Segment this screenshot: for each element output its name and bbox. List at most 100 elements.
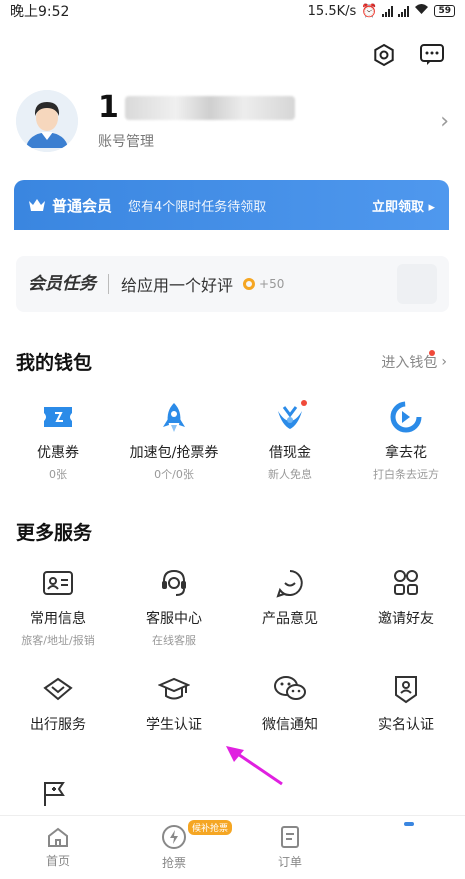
- wallet-item-sub: 打白条去远方: [373, 468, 439, 481]
- service-invite-friends[interactable]: 邀请好友: [348, 566, 464, 648]
- signal-icon: [382, 5, 394, 17]
- service-label: 学生认证: [146, 717, 202, 733]
- service-label: 出行服务: [30, 717, 86, 733]
- service-label: 微信通知: [262, 717, 318, 733]
- task-brand: 会员任务: [28, 274, 109, 294]
- member-task-text: 您有4个限时任务待领取: [128, 199, 267, 215]
- chevron-right-icon: ›: [440, 108, 449, 134]
- wechat-icon: [273, 672, 307, 706]
- tab-label: 抢票: [161, 856, 186, 870]
- service-sub: 在线客服: [152, 634, 196, 647]
- member-badge: 普通会员: [28, 195, 112, 216]
- annotation-arrow-icon: [222, 740, 286, 792]
- service-label: 常用信息: [30, 611, 86, 627]
- lightning-icon: [162, 825, 186, 849]
- service-customer-center[interactable]: 客服中心 在线客服: [116, 566, 232, 648]
- tab-mine[interactable]: [348, 816, 464, 879]
- rocket-icon: [157, 400, 191, 434]
- service-label: 客服中心: [146, 611, 202, 627]
- account-manage-label: 账号管理: [98, 134, 154, 150]
- service-real-name[interactable]: 实名认证: [348, 672, 464, 734]
- profile-name-text: 1: [98, 90, 119, 125]
- service-travel[interactable]: 出行服务: [0, 672, 116, 734]
- active-indicator: [404, 822, 414, 826]
- task-text: 给应用一个好评: [121, 276, 234, 295]
- service-label: 邀请好友: [378, 611, 434, 627]
- profile-name: 1: [98, 91, 440, 125]
- task-points: +50: [259, 277, 285, 291]
- wallet-item-label: 借现金: [269, 445, 311, 461]
- service-common-info[interactable]: 常用信息 旅客/地址/报销: [0, 566, 116, 648]
- headset-icon: [157, 566, 191, 600]
- services-row-2: 出行服务 学生认证 微信通知 实名认证: [0, 672, 465, 734]
- wallet-item-sub: 0个/0张: [154, 468, 194, 481]
- wallet-item-label: 加速包/抢票券: [129, 445, 219, 461]
- loan-icon: [273, 400, 307, 434]
- tab-label: 订单: [277, 855, 302, 869]
- friends-icon: [389, 566, 423, 600]
- coin-icon: [243, 278, 256, 290]
- message-icon[interactable]: [419, 42, 445, 68]
- wallet-grid: 优惠券 0张 加速包/抢票券 0个/0张 借现金 新人免息 拿去花 打白条去远方: [0, 400, 465, 482]
- services-title: 更多服务: [16, 522, 93, 544]
- profile-info: 1 账号管理: [98, 91, 440, 151]
- wallet-item-credit[interactable]: 拿去花 打白条去远方: [348, 400, 464, 482]
- wallet-item-label: 优惠券: [37, 445, 79, 461]
- wallet-item-loan[interactable]: 借现金 新人免息: [232, 400, 348, 482]
- gear-icon[interactable]: [371, 42, 397, 68]
- tab-badge: 候补抢票: [188, 820, 232, 835]
- services-header: 更多服务: [16, 518, 447, 545]
- status-time: 晚上9:52: [10, 4, 70, 20]
- bottom-tabbar: 首页 抢票 候补抢票 订单: [0, 815, 465, 879]
- member-task-card[interactable]: 会员任务 给应用一个好评 +50: [16, 256, 449, 312]
- wallet-title: 我的钱包: [16, 352, 93, 374]
- credit-icon: [389, 400, 423, 434]
- wallet-item-sub: 新人免息: [268, 468, 312, 481]
- claim-now-button[interactable]: 立即领取 ▸: [372, 196, 435, 215]
- wallet-item-label: 拿去花: [385, 445, 427, 461]
- service-wechat-notify[interactable]: 微信通知: [232, 672, 348, 734]
- wallet-header: 我的钱包 进入钱包 ›: [16, 348, 447, 375]
- graduation-cap-icon: [157, 672, 191, 706]
- signal-icon-2: [398, 5, 410, 17]
- tab-label: 首页: [45, 854, 70, 868]
- badge-icon: [389, 672, 423, 706]
- crown-icon: [29, 199, 45, 211]
- id-card-icon: [41, 566, 75, 600]
- alarm-icon: ⏰: [361, 3, 378, 19]
- wifi-icon: [414, 3, 429, 19]
- status-bar: 晚上9:52 15.5K/s ⏰ 59: [0, 0, 465, 22]
- network-speed: 15.5K/s: [307, 3, 357, 19]
- enter-wallet-link[interactable]: 进入钱包 ›: [381, 349, 447, 372]
- battery-icon: 59: [434, 5, 455, 17]
- avatar[interactable]: [16, 90, 78, 152]
- status-right: 15.5K/s ⏰ 59: [308, 3, 455, 19]
- member-banner[interactable]: 普通会员 您有4个限时任务待领取 立即领取 ▸: [14, 180, 449, 230]
- task-deco-icon: [397, 264, 437, 304]
- flag-icon[interactable]: [40, 778, 68, 812]
- diamond-icon: [41, 672, 75, 706]
- wallet-item-sub: 0张: [49, 468, 67, 481]
- tab-orders[interactable]: 订单: [232, 816, 348, 879]
- service-feedback[interactable]: 产品意见: [232, 566, 348, 648]
- wallet-item-coupon[interactable]: 优惠券 0张: [0, 400, 116, 482]
- service-sub: 旅客/地址/报销: [21, 634, 95, 647]
- tab-home[interactable]: 首页: [0, 816, 116, 879]
- services-row-1: 常用信息 旅客/地址/报销 客服中心 在线客服 产品意见 邀请好友: [0, 566, 465, 648]
- feedback-icon: [273, 566, 307, 600]
- notification-dot: [301, 400, 307, 406]
- order-icon: [281, 826, 299, 848]
- service-label: 实名认证: [378, 717, 434, 733]
- redacted-name-block: [124, 96, 295, 120]
- member-level: 普通会员: [52, 196, 113, 215]
- header-actions: [371, 42, 445, 68]
- notification-dot: [429, 349, 435, 356]
- service-label: 产品意见: [262, 611, 318, 627]
- tab-grab-ticket[interactable]: 抢票 候补抢票: [116, 816, 232, 879]
- ticket-icon: [41, 400, 75, 434]
- home-icon: [48, 827, 68, 847]
- chevron-right-icon: ›: [441, 353, 447, 370]
- profile-row[interactable]: 1 账号管理 ›: [16, 86, 449, 156]
- wallet-item-boost[interactable]: 加速包/抢票券 0个/0张: [116, 400, 232, 482]
- service-student-verify[interactable]: 学生认证: [116, 672, 232, 734]
